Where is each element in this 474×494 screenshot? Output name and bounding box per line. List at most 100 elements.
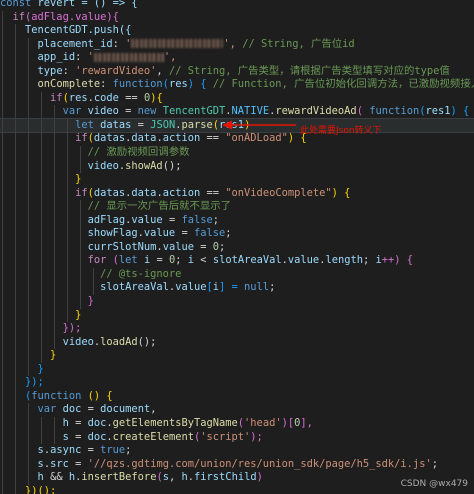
- code-line[interactable]: TencentGDT.push({: [0, 24, 474, 38]
- code-line[interactable]: type: 'rewardVideo', // String, 广告类型，请根据…: [0, 64, 474, 79]
- code-token: ] =: [219, 281, 245, 294]
- code-token: ){: [150, 91, 163, 104]
- code-token: =: [150, 254, 169, 267]
- code-line[interactable]: app_id: ' ',: [0, 51, 474, 65]
- code-token: video: [87, 159, 119, 172]
- masked-app-id: [93, 52, 164, 62]
- code-line[interactable]: // 显示一次广告后就不显示了: [0, 200, 474, 214]
- code-token: :: [75, 51, 88, 64]
- code-token: ) {: [331, 186, 351, 199]
- code-token: )[: [281, 416, 295, 429]
- code-token: "onADLoad": [225, 132, 288, 145]
- code-token: ;: [175, 254, 188, 267]
- code-token: ',: [163, 51, 177, 64]
- code-token: (: [356, 105, 370, 118]
- code-token: ,: [150, 403, 157, 416]
- code-token: (adFlag.value){: [25, 10, 119, 23]
- code-line[interactable]: slotAreaVal.value[i] = null;: [0, 281, 474, 296]
- code-token: type: [37, 64, 63, 77]
- code-line[interactable]: for (let i = 0; i < slotAreaVal.value.le…: [0, 254, 474, 268]
- code-token: =: [81, 444, 101, 457]
- code-line[interactable]: if(adFlag.value){: [0, 10, 474, 25]
- code-line[interactable]: var video = new TencentGDT.NATIVE.reward…: [0, 105, 474, 119]
- code-line[interactable]: (function () {: [0, 389, 474, 404]
- code-token: }: [75, 173, 82, 186]
- code-token: ++) {: [381, 254, 414, 267]
- code-token: TencentGDT: [162, 105, 226, 118]
- code-token: :: [112, 37, 126, 50]
- code-token: ) {: [187, 78, 213, 91]
- code-token: ): [256, 471, 263, 484]
- code-line[interactable]: if(res.code == 0){: [0, 91, 474, 106]
- code-token: var: [37, 403, 57, 416]
- code-comment: // 显示一次广告后就不显示了: [87, 200, 232, 213]
- code-token: if: [75, 132, 88, 145]
- code-token: loadAd: [100, 335, 138, 348]
- code-line[interactable]: currSlotNum.value = 0;: [0, 240, 474, 255]
- code-line[interactable]: });: [0, 376, 474, 390]
- code-line[interactable]: }: [0, 349, 474, 363]
- code-line[interactable]: s = doc.createElement('script');: [0, 430, 474, 445]
- code-line[interactable]: placement_id: ' ', // String, 广告位id: [0, 37, 474, 52]
- code-line[interactable]: adFlag.value = false;: [0, 213, 474, 228]
- code-token: "onVideoComplete": [225, 186, 332, 199]
- annotation-arrow-icon: [222, 120, 296, 130]
- code-line[interactable]: }: [0, 295, 474, 309]
- code-line[interactable]: s.async = true;: [0, 444, 474, 458]
- code-token: ',: [223, 37, 243, 50]
- code-token: app_id: [37, 51, 76, 64]
- code-token: =: [81, 403, 101, 416]
- code-token: ,: [168, 471, 182, 484]
- code-token: datas: [100, 118, 132, 131]
- code-line[interactable]: var doc = document,: [0, 403, 474, 417]
- code-line[interactable]: h = doc.getElementsByTagName('head')[0],: [0, 416, 474, 431]
- code-line[interactable]: showFlag.value = false;: [0, 227, 474, 241]
- code-token: }: [50, 349, 57, 362]
- code-comment: // String, 广告位id: [242, 37, 355, 50]
- code-token: slotAreaVal: [212, 254, 282, 267]
- code-token: doc: [87, 430, 107, 443]
- code-token: ,: [156, 64, 169, 77]
- code-token: placement_id: [37, 37, 113, 50]
- code-editor[interactable]: const revert = () => { if(adFlag.value){…: [0, 0, 474, 494]
- code-line[interactable]: if(datas.data.action == "onVideoComplete…: [0, 186, 474, 201]
- code-line[interactable]: const revert = () => {: [0, 0, 474, 11]
- code-line[interactable]: video.loadAd();: [0, 335, 474, 350]
- code-token: =: [193, 240, 213, 253]
- code-line[interactable]: // 激励视频回调参数: [0, 146, 474, 160]
- code-token: );: [250, 430, 263, 443]
- annotation-note: 此处需要Json转义下: [300, 126, 382, 136]
- code-token: 'rewardVideo': [75, 64, 157, 77]
- code-line[interactable]: onComplete: function(res) { // Function,…: [0, 78, 474, 92]
- code-token: value: [162, 240, 194, 253]
- code-token: insertBefore: [81, 471, 157, 484]
- code-area[interactable]: const revert = () => { if(adFlag.value){…: [0, 0, 474, 494]
- code-token: '//qzs.gdtimg.com/union/res/union_sdk/pa…: [87, 457, 432, 470]
- code-token: action: [162, 132, 201, 145]
- code-line[interactable]: s.src = '//qzs.gdtimg.com/union/res/unio…: [0, 457, 474, 472]
- code-line[interactable]: });: [0, 322, 474, 336]
- code-token: ;: [212, 213, 220, 226]
- code-line[interactable]: }: [0, 308, 474, 323]
- code-token: doc: [87, 416, 107, 429]
- code-line[interactable]: }: [0, 362, 474, 377]
- code-token: =: [131, 118, 151, 131]
- code-comment: // String, 广告类型，请根据广告类型填写对应的type值: [168, 64, 450, 77]
- code-token: ();: [137, 335, 157, 348]
- code-token: =: [175, 227, 194, 240]
- code-line[interactable]: }: [0, 173, 474, 187]
- code-token: 'script': [200, 430, 251, 443]
- code-token: parse: [181, 118, 213, 131]
- code-token: value: [143, 227, 176, 240]
- code-token: showAd: [125, 159, 163, 172]
- code-token: ;: [225, 227, 232, 240]
- code-token: }: [75, 308, 82, 321]
- code-token: <: [194, 254, 213, 267]
- code-token: new: [137, 105, 157, 118]
- masked-placement-id: [131, 39, 224, 49]
- code-line[interactable]: video.showAd();: [0, 159, 474, 174]
- code-line[interactable]: // @ts-ignore: [0, 267, 474, 282]
- code-token: for: [87, 254, 107, 267]
- code-line[interactable]: if(datas.data.action == "onADLoad") {: [0, 132, 474, 147]
- code-token: ==: [200, 186, 226, 199]
